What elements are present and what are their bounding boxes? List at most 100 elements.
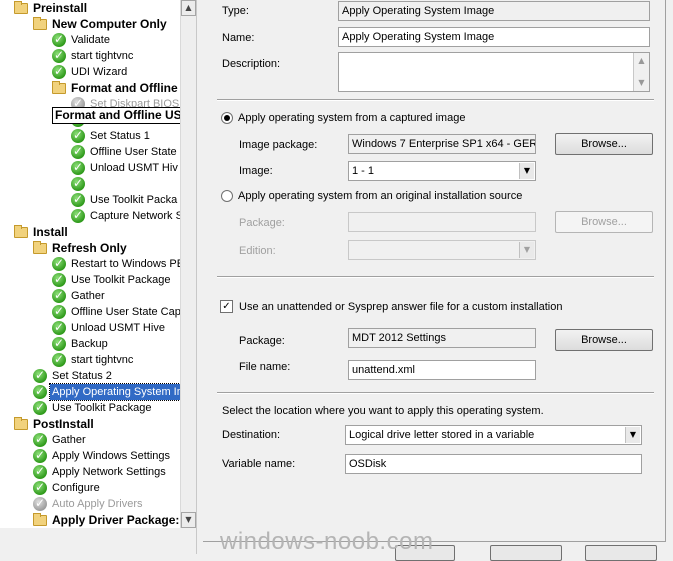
divider-1 bbox=[217, 99, 654, 101]
tree-item-label: Gather bbox=[71, 290, 105, 302]
checkmark-icon bbox=[52, 271, 66, 287]
tree-vertical-scrollbar[interactable]: ▲ ▼ bbox=[180, 0, 196, 528]
checkmark-icon bbox=[71, 175, 85, 191]
checkmark-icon bbox=[71, 127, 85, 143]
name-input[interactable]: Apply Operating System Image bbox=[338, 27, 650, 47]
apply-button[interactable] bbox=[585, 545, 657, 561]
destination-select[interactable]: Logical drive letter stored in a variabl… bbox=[345, 425, 642, 445]
checkmark-icon bbox=[71, 143, 85, 159]
checkmark-icon bbox=[71, 207, 85, 223]
scroll-up-icon[interactable]: ▲ bbox=[181, 0, 196, 16]
tree-item-label: Backup bbox=[71, 338, 108, 350]
checkmark-icon bbox=[52, 63, 66, 79]
type-field: Apply Operating System Image bbox=[338, 1, 650, 21]
tree-item-label: Configure bbox=[52, 482, 100, 494]
file-name-label: File name: bbox=[239, 361, 291, 373]
tree-item-label: PostInstall bbox=[33, 417, 94, 431]
location-instruction: Select the location where you want to ap… bbox=[222, 405, 544, 417]
properties-pane: Type: Apply Operating System Image Name:… bbox=[203, 0, 666, 542]
checkmark-icon bbox=[33, 447, 47, 463]
destination-label: Destination: bbox=[222, 429, 281, 441]
tree-item-label: UDI Wizard bbox=[71, 66, 128, 78]
tree-item-label: New Computer Only bbox=[52, 17, 167, 31]
chevron-down-icon[interactable]: ▼ bbox=[519, 163, 534, 179]
captured-image-radio[interactable] bbox=[221, 112, 233, 124]
checkmark-icon bbox=[33, 479, 47, 495]
file-name-input[interactable]: unattend.xml bbox=[348, 360, 536, 380]
tree-item-label: Unload USMT Hiv bbox=[90, 162, 178, 174]
checkmark-icon bbox=[71, 191, 85, 207]
checkmark-icon bbox=[52, 319, 66, 335]
tree-item-label: Use Toolkit Package bbox=[52, 402, 152, 414]
checkmark-icon bbox=[52, 335, 66, 351]
tree-item-label: start tightvnc bbox=[71, 50, 134, 62]
tree-item-label: Apply Windows Settings bbox=[52, 450, 170, 462]
answer-file-checkbox[interactable]: ✓ bbox=[220, 300, 233, 313]
folder-icon bbox=[14, 225, 28, 238]
tree-item-label: Install bbox=[33, 225, 68, 239]
description-textarea[interactable]: ▲ ▼ bbox=[338, 52, 650, 92]
folder-icon bbox=[33, 241, 47, 254]
answer-package-browse-button[interactable]: Browse... bbox=[555, 329, 653, 351]
tree-item-label: Auto Apply Drivers bbox=[52, 498, 143, 510]
variable-name-label: Variable name: bbox=[222, 458, 296, 470]
checkmark-icon bbox=[52, 47, 66, 63]
answer-package-label: Package: bbox=[239, 335, 285, 347]
name-label: Name: bbox=[222, 32, 255, 44]
folder-icon bbox=[52, 81, 66, 94]
tree-item-label: Format and Offline bbox=[71, 81, 178, 95]
captured-image-radio-label[interactable]: Apply operating system from a captured i… bbox=[238, 112, 465, 124]
edition-select: ▼ bbox=[348, 240, 536, 260]
tree-item-label: Set Status 2 bbox=[52, 370, 112, 382]
checkmark-icon bbox=[52, 303, 66, 319]
description-scrollbar[interactable]: ▲ ▼ bbox=[633, 53, 649, 91]
original-source-radio-label[interactable]: Apply operating system from an original … bbox=[238, 190, 522, 202]
tree-item-label: Unload USMT Hive bbox=[71, 322, 165, 334]
image-select[interactable]: 1 - 1 ▼ bbox=[348, 161, 536, 181]
image-select-value: 1 - 1 bbox=[352, 165, 375, 177]
tree-horizontal-scrollbar[interactable] bbox=[0, 528, 196, 554]
answer-package-field: MDT 2012 Settings bbox=[348, 328, 536, 348]
cancel-button[interactable] bbox=[490, 545, 562, 561]
destination-select-value: Logical drive letter stored in a variabl… bbox=[349, 429, 535, 441]
tree-item-label: Set Status 1 bbox=[90, 130, 150, 142]
watermark: windows-noob.com bbox=[220, 528, 434, 555]
checkmark-icon bbox=[52, 255, 66, 271]
description-label: Description: bbox=[222, 58, 281, 70]
tree-item-label: Refresh Only bbox=[52, 241, 127, 255]
scroll-down-icon[interactable]: ▼ bbox=[181, 512, 196, 528]
tree-item-label: Preinstall bbox=[33, 1, 88, 15]
original-source-radio[interactable] bbox=[221, 190, 233, 202]
tree-item-label: Use Toolkit Package bbox=[71, 274, 171, 286]
folder-icon bbox=[14, 417, 28, 430]
task-sequence-tree[interactable]: Preinstall New Computer Only Validate start… bbox=[0, 0, 180, 528]
variable-name-input[interactable]: OSDisk bbox=[345, 454, 642, 474]
chevron-down-icon[interactable]: ▼ bbox=[625, 427, 640, 443]
tree-item-label: Apply Driver Package: bbox=[52, 513, 180, 527]
image-package-label: Image package: bbox=[239, 139, 318, 151]
folder-icon bbox=[33, 17, 47, 30]
folder-icon bbox=[33, 513, 47, 526]
package-field bbox=[348, 212, 536, 232]
tree-item-label: Use Toolkit Packa bbox=[90, 194, 178, 206]
package-label: Package: bbox=[239, 217, 285, 229]
edition-label: Edition: bbox=[239, 245, 276, 257]
image-package-browse-button[interactable]: Browse... bbox=[555, 133, 653, 155]
image-package-field: Windows 7 Enterprise SP1 x64 - GER bbox=[348, 134, 536, 154]
image-label: Image: bbox=[239, 165, 273, 177]
answer-file-checkbox-label[interactable]: Use an unattended or Sysprep answer file… bbox=[239, 301, 562, 313]
package-browse-button: Browse... bbox=[555, 211, 653, 233]
checkmark-icon bbox=[52, 351, 66, 367]
checkmark-icon bbox=[33, 495, 47, 511]
divider-3 bbox=[217, 392, 654, 394]
tree-item-label: Offline User State Capt bbox=[71, 306, 180, 318]
type-label: Type: bbox=[222, 5, 249, 17]
description-scroll-down-icon[interactable]: ▼ bbox=[634, 75, 649, 91]
pane-splitter[interactable] bbox=[196, 0, 203, 554]
tree-item-label: Offline User State ( bbox=[90, 146, 180, 158]
tree-item-label: Apply Network Settings bbox=[52, 466, 166, 478]
checkmark-icon bbox=[52, 31, 66, 47]
checkmark-icon bbox=[71, 159, 85, 175]
description-scroll-up-icon[interactable]: ▲ bbox=[634, 53, 649, 69]
checkmark-icon bbox=[33, 383, 47, 399]
